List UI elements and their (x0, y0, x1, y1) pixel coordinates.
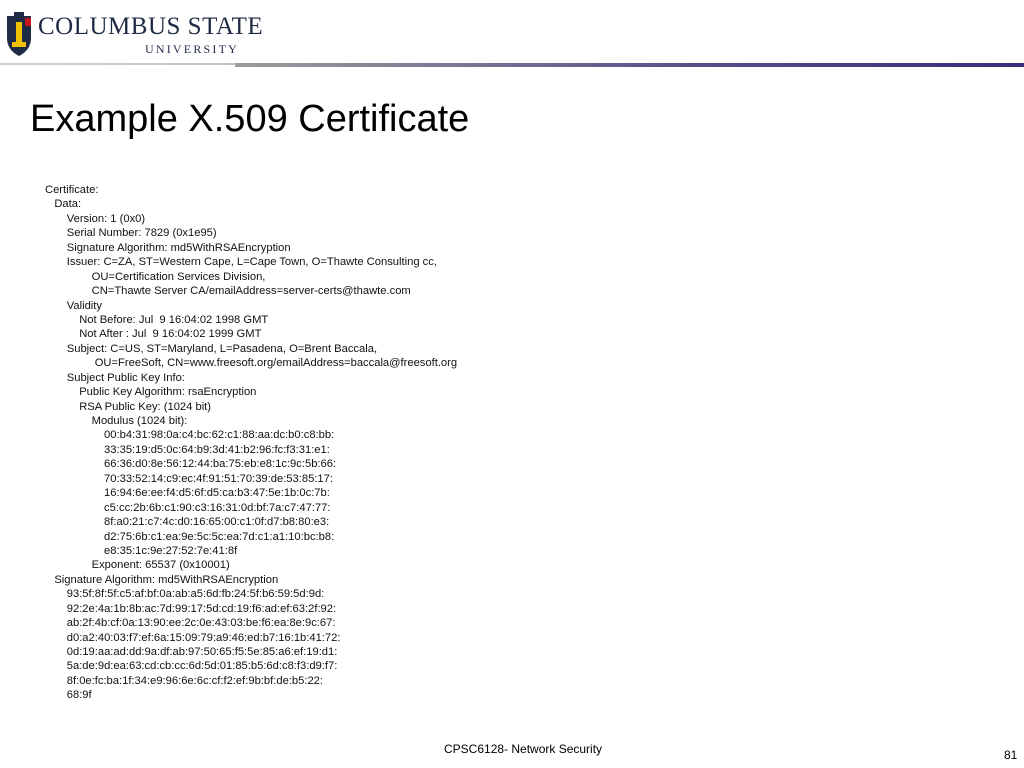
certificate-line: Version: 1 (0x0) (45, 212, 146, 225)
certificate-line: d0:a2:40:03:f7:ef:6a:15:09:79:a9:46:ed:b… (45, 631, 341, 644)
certificate-line: c5:cc:2b:6b:c1:90:c3:16:31:0d:bf:7a:c7:4… (45, 501, 331, 514)
certificate-line: Not After : Jul 9 16:04:02 1999 GMT (45, 328, 262, 341)
shield-icon (7, 12, 31, 56)
certificate-line: d2:75:6b:c1:ea:9e:5c:5c:ea:7d:c1:a1:10:b… (45, 530, 335, 543)
certificate-line: Signature Algorithm: md5WithRSAEncryptio… (45, 573, 279, 586)
certificate-line: 66:36:d0:8e:56:12:44:ba:75:eb:e8:1c:9c:5… (45, 458, 337, 471)
slide-header: COLUMBUS STATE UNIVERSITY (0, 0, 1024, 70)
header-divider-purple (235, 63, 1024, 67)
certificate-line: 8f:a0:21:c7:4c:d0:16:65:00:c1:0f:d7:b8:8… (45, 516, 330, 529)
certificate-line: ab:2f:4b:cf:0a:13:90:ee:2c:0e:43:03:be:f… (45, 617, 336, 630)
certificate-line: Data: (45, 198, 82, 211)
logo-text-top: COLUMBUS STATE (38, 13, 264, 40)
certificate-line: Validity (45, 299, 102, 312)
page-number: 81 (1004, 748, 1018, 762)
certificate-line: Not Before: Jul 9 16:04:02 1998 GMT (45, 313, 269, 326)
certificate-line: 16:94:6e:ee:f4:d5:6f:d5:ca:b3:47:5e:1b:0… (45, 487, 330, 500)
logo-text-bottom: UNIVERSITY (145, 42, 239, 56)
certificate-line: Modulus (1024 bit): (45, 415, 188, 427)
certificate-line: 00:b4:31:98:0a:c4:bc:62:c1:88:aa:dc:b0:c… (45, 429, 335, 442)
certificate-line: 5a:de:9d:ea:63:cd:cb:cc:6d:5d:01:85:b5:6… (45, 660, 338, 673)
certificate-line: 92:2e:4a:1b:8b:ac:7d:99:17:5d:cd:19:f6:a… (45, 602, 337, 615)
certificate-line: 8f:0e:fc:ba:1f:34:e9:96:6e:6c:cf:f2:ef:9… (45, 674, 324, 687)
certificate-text: Certificate: Data: Version: 1 (0x0) Seri… (45, 183, 457, 703)
certificate-line: 70:33:52:14:c9:ec:4f:91:51:70:39:de:53:8… (45, 472, 333, 485)
certificate-line: 33:35:19:d5:0c:64:b9:3d:41:b2:96:fc:f3:3… (45, 443, 330, 456)
certificate-line: Issuer: C=ZA, ST=Western Cape, L=Cape To… (45, 256, 437, 269)
certificate-line: RSA Public Key: (1024 bit) (45, 400, 212, 413)
certificate-line: Serial Number: 7829 (0x1e95) (45, 227, 217, 240)
certificate-line: 0d:19:aa:ad:dd:9a:df:ab:97:50:65:f5:5e:8… (45, 646, 338, 658)
certificate-line: Subject: C=US, ST=Maryland, L=Pasadena, … (45, 342, 378, 355)
university-logo: COLUMBUS STATE UNIVERSITY (4, 12, 263, 60)
certificate-line: 93:5f:8f:5f:c5:af:bf:0a:ab:a5:6d:fb:24:5… (45, 588, 325, 601)
certificate-line: OU=Certification Services Division, (45, 270, 266, 283)
slide-title: Example X.509 Certificate (30, 98, 470, 140)
certificate-line: Certificate: (45, 184, 99, 196)
certificate-line: Subject Public Key Info: (45, 371, 185, 384)
certificate-line: OU=FreeSoft, CN=www.freesoft.org/emailAd… (45, 357, 458, 370)
certificate-line: 68:9f (45, 689, 92, 702)
certificate-line: CN=Thawte Server CA/emailAddress=server-… (45, 285, 411, 298)
footer-course-title: CPSC6128- Network Security (444, 742, 603, 756)
certificate-line: e8:35:1c:9e:27:52:7e:41:8f (45, 544, 238, 557)
certificate-line: Public Key Algorithm: rsaEncryption (45, 386, 257, 399)
certificate-line: Signature Algorithm: md5WithRSAEncryptio… (45, 241, 291, 254)
certificate-line: Exponent: 65537 (0x10001) (45, 559, 230, 572)
